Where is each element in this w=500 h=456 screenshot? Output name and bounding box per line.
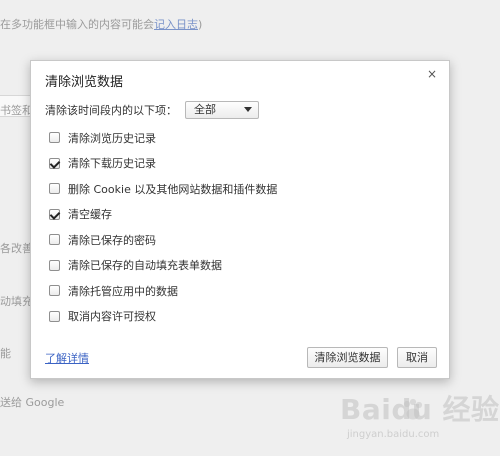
checkbox[interactable]	[49, 310, 60, 322]
option-label: 清除浏览历史记录	[68, 131, 156, 145]
autofill-fragment: 动填充	[0, 295, 33, 308]
time-range-row: 清除该时间段内的以下项： 全部	[45, 101, 259, 119]
option-hosted-app-data[interactable]: 清除托管应用中的数据	[49, 278, 277, 304]
omnibox-logging-note: 在多功能框中输入的内容可能会记入日志)	[0, 16, 202, 32]
option-label: 清除托管应用中的数据	[68, 284, 178, 298]
option-cookies-site-data[interactable]: 删除 Cookie 以及其他网站数据和插件数据	[49, 176, 277, 202]
option-label: 清空缓存	[68, 208, 112, 222]
option-label: 清除下载历史记录	[68, 157, 156, 171]
baidu-watermark: Baidu 经验 jingyan.baidu.com	[340, 396, 499, 448]
option-cache[interactable]: 清空缓存	[49, 202, 277, 228]
option-autofill-data[interactable]: 清除已保存的自动填充表单数据	[49, 253, 277, 279]
cancel-button[interactable]: 取消	[397, 347, 437, 368]
chevron-down-icon	[244, 107, 252, 112]
omnibox-logging-note-suffix: )	[198, 18, 203, 31]
close-icon[interactable]: ×	[425, 67, 439, 81]
power-fragment: 能	[0, 347, 11, 360]
clear-browsing-data-button[interactable]: 清除浏览数据	[307, 347, 388, 368]
option-label: 清除已保存的自动填充表单数据	[68, 259, 222, 273]
option-saved-passwords[interactable]: 清除已保存的密码	[49, 227, 277, 253]
time-range-label: 清除该时间段内的以下项：	[45, 104, 177, 117]
bookmark-fragment: 书签和	[0, 104, 33, 117]
watermark-sub-text: jingyan.baidu.com	[347, 429, 440, 440]
option-content-licenses[interactable]: 取消内容许可授权	[49, 304, 277, 330]
dialog-title: 清除浏览数据	[45, 75, 124, 90]
checkbox[interactable]	[49, 208, 60, 220]
clear-options-list: 清除浏览历史记录 清除下载历史记录 删除 Cookie 以及其他网站数据和插件数…	[49, 125, 277, 329]
option-browsing-history[interactable]: 清除浏览历史记录	[49, 125, 277, 151]
option-label: 取消内容许可授权	[68, 310, 156, 324]
time-range-selected: 全部	[194, 103, 216, 116]
option-label: 删除 Cookie 以及其他网站数据和插件数据	[68, 182, 278, 196]
checkbox[interactable]	[49, 132, 60, 144]
option-label: 清除已保存的密码	[68, 233, 156, 247]
checkbox[interactable]	[49, 157, 60, 169]
learn-more-link[interactable]: 了解详情	[45, 350, 89, 366]
checkbox[interactable]	[49, 285, 60, 297]
checkbox[interactable]	[49, 259, 60, 271]
checkbox[interactable]	[49, 234, 60, 246]
google-fragment: 送给 Google	[0, 396, 65, 409]
address-fragment: 各改善	[0, 242, 33, 255]
option-download-history[interactable]: 清除下载历史记录	[49, 151, 277, 177]
time-range-select[interactable]: 全部	[185, 101, 259, 119]
clear-browsing-data-dialog: 清除浏览数据 × 清除该时间段内的以下项： 全部 清除浏览历史记录 清除下载历史…	[30, 60, 450, 379]
paw-icon	[403, 398, 423, 420]
logging-link[interactable]: 记入日志	[154, 18, 198, 31]
omnibox-logging-note-text: 在多功能框中输入的内容可能会	[0, 18, 154, 31]
checkbox[interactable]	[49, 183, 60, 195]
